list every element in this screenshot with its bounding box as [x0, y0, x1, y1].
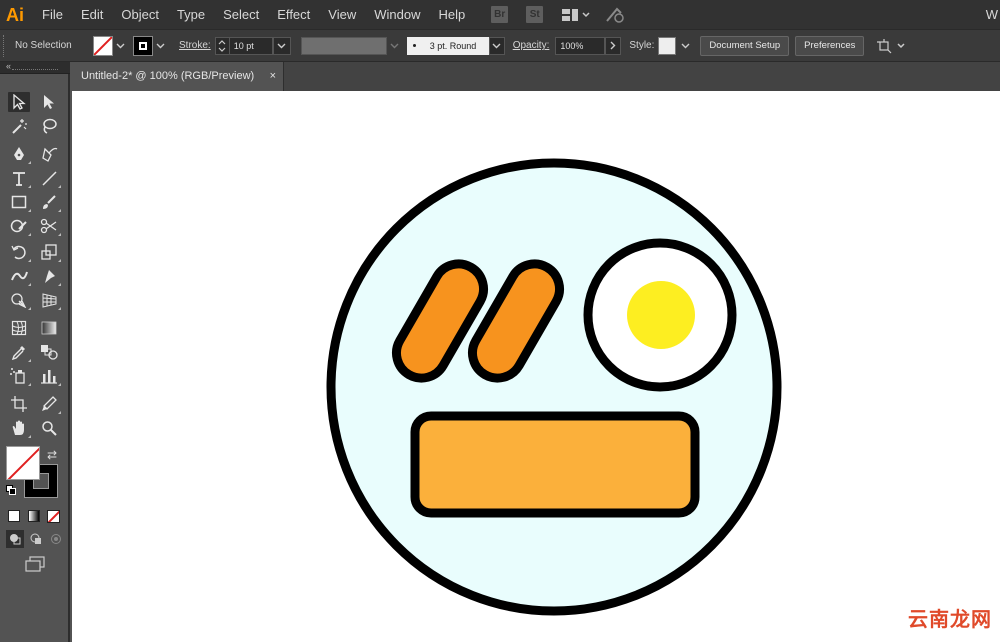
egg-yolk[interactable] — [627, 281, 695, 349]
scale-tool-icon[interactable] — [38, 242, 61, 262]
opacity-expand-button[interactable] — [605, 36, 622, 55]
brush-dropdown[interactable] — [488, 36, 505, 55]
tab-untitled-2[interactable]: Untitled-2* @ 100% (RGB/Preview) × — [72, 62, 284, 91]
default-fill-stroke-icon[interactable] — [6, 485, 16, 495]
rectangle-tool-icon[interactable] — [8, 192, 31, 212]
stroke-swatch[interactable] — [133, 35, 153, 56]
line-segment-tool-icon[interactable] — [38, 168, 61, 188]
menu-file[interactable]: File — [42, 0, 63, 29]
watermark: 云南龙网 — [908, 607, 992, 631]
puppet-warp-tool-icon[interactable] — [38, 266, 61, 286]
brush-dot-icon — [412, 44, 416, 47]
direct-selection-tool-icon[interactable] — [38, 92, 60, 112]
arrange-documents-icon[interactable] — [561, 7, 591, 23]
control-bar: No Selection Stroke: 10 pt 3 pt. Round O… — [0, 29, 1000, 62]
gpu-performance-icon[interactable] — [605, 6, 627, 24]
brush-definition-label: 3 pt. Round — [429, 40, 477, 51]
menu-select[interactable]: Select — [223, 0, 259, 29]
lasso-tool-icon[interactable] — [38, 116, 60, 136]
stroke-stepper[interactable] — [214, 36, 229, 55]
rotate-tool-icon[interactable] — [8, 242, 31, 262]
menu-view[interactable]: View — [328, 0, 356, 29]
workspace-switcher[interactable]: W — [986, 0, 998, 29]
zoom-tool-icon[interactable] — [38, 418, 60, 438]
stock-button[interactable]: St — [526, 6, 544, 23]
style-label: Style: — [629, 40, 655, 51]
selection-tool-icon[interactable] — [8, 92, 30, 112]
stroke-weight-field[interactable]: 10 pt — [228, 36, 273, 55]
tab-title: Untitled-2* @ 100% (RGB/Preview) — [81, 70, 255, 82]
opacity-field[interactable]: 100% — [555, 36, 606, 55]
width-tool-icon[interactable] — [8, 266, 31, 286]
document-setup-button[interactable]: Document Setup — [700, 35, 790, 56]
gradient-tool-icon[interactable] — [38, 318, 60, 338]
stroke-weight-dropdown[interactable] — [272, 36, 291, 55]
illustrator-logo: Ai — [6, 4, 24, 25]
fill-dropdown-icon[interactable] — [113, 37, 127, 55]
document-tab-bar: Untitled-2* @ 100% (RGB/Preview) × — [72, 62, 1000, 91]
menu-effect[interactable]: Effect — [277, 0, 310, 29]
collapse-panel-icon[interactable]: « — [6, 61, 11, 71]
mesh-tool-icon[interactable] — [8, 318, 30, 338]
artboard-tool-icon[interactable] — [8, 394, 30, 414]
menu-edit[interactable]: Edit — [81, 0, 103, 29]
menu-type[interactable]: Type — [177, 0, 205, 29]
magic-wand-tool-icon[interactable] — [8, 116, 30, 136]
width-profile-dropdown-icon[interactable] — [387, 37, 403, 55]
opacity-label[interactable]: Opacity: — [513, 40, 550, 51]
column-graph-tool-icon[interactable] — [38, 366, 61, 386]
scissors-tool-icon[interactable] — [38, 216, 61, 236]
eyedropper-tool-icon[interactable] — [8, 342, 31, 362]
curvature-tool-icon[interactable] — [38, 144, 60, 164]
shape-builder-tool-icon[interactable] — [8, 290, 31, 310]
menu-bar: Ai File Edit Object Type Select Effect V… — [0, 0, 1000, 29]
shaper-tool-icon[interactable] — [8, 216, 31, 236]
type-tool-icon[interactable] — [8, 168, 31, 188]
slice-tool-icon[interactable] — [38, 394, 61, 414]
fill-color-swatch[interactable] — [6, 446, 40, 480]
stroke-label[interactable]: Stroke: — [179, 40, 211, 51]
bridge-button[interactable]: Br — [491, 6, 509, 23]
menu-window[interactable]: Window — [374, 0, 420, 29]
variable-width-profile[interactable] — [300, 36, 387, 55]
blend-tool-icon[interactable] — [38, 342, 60, 362]
brush-definition-field[interactable]: 3 pt. Round — [406, 36, 489, 55]
control-bar-grip[interactable] — [3, 34, 7, 57]
tools-panel: ⇄ — [0, 74, 70, 642]
symbol-sprayer-tool-icon[interactable] — [8, 366, 31, 386]
stroke-dropdown-icon[interactable] — [153, 37, 167, 55]
swap-fill-stroke-icon[interactable]: ⇄ — [47, 448, 57, 462]
paintbrush-tool-icon[interactable] — [38, 192, 61, 212]
face-circle[interactable] — [326, 158, 782, 616]
tool-panel-grip[interactable] — [12, 69, 58, 71]
artboard-canvas[interactable]: 云南龙网 — [72, 91, 1000, 642]
pen-tool-icon[interactable] — [8, 144, 31, 164]
perspective-grid-tool-icon[interactable] — [38, 290, 61, 310]
menu-help[interactable]: Help — [438, 0, 465, 29]
mouth-rect[interactable] — [410, 411, 700, 518]
align-options-icon[interactable] — [876, 38, 906, 54]
graphic-style-swatch[interactable] — [658, 36, 677, 55]
draw-behind-button[interactable] — [27, 530, 45, 548]
draw-normal-button[interactable] — [6, 530, 24, 548]
none-mode-button[interactable] — [47, 510, 60, 523]
preferences-button[interactable]: Preferences — [795, 35, 865, 56]
fill-swatch[interactable] — [93, 35, 113, 56]
draw-inside-button[interactable] — [47, 530, 65, 548]
gradient-mode-button[interactable] — [28, 510, 40, 522]
tool-panel-header[interactable]: « — [0, 61, 70, 74]
screen-mode-icon[interactable] — [24, 556, 48, 574]
selection-status: No Selection — [15, 40, 72, 51]
menu-object[interactable]: Object — [121, 0, 159, 29]
close-icon[interactable]: × — [270, 62, 276, 91]
color-mode-button[interactable] — [8, 510, 20, 522]
artwork[interactable] — [72, 91, 1000, 642]
style-dropdown-icon[interactable] — [678, 37, 692, 55]
hand-tool-icon[interactable] — [8, 418, 31, 438]
